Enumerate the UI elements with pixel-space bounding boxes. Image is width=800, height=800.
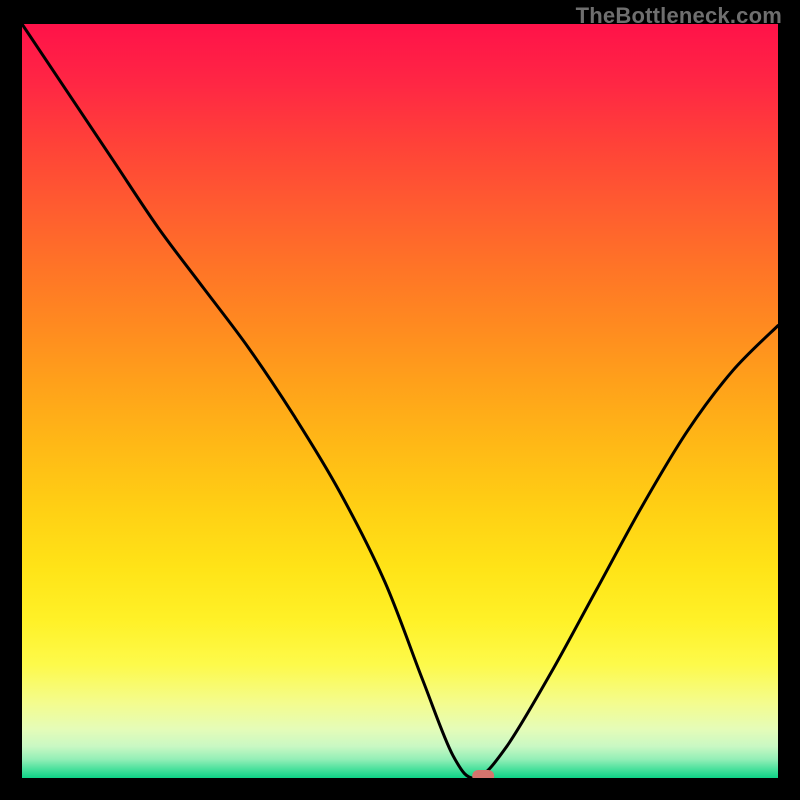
optimal-marker — [472, 770, 494, 778]
chart-frame: TheBottleneck.com — [0, 0, 800, 800]
plot-svg — [22, 24, 778, 778]
watermark-text: TheBottleneck.com — [576, 3, 782, 29]
plot-area — [22, 24, 778, 778]
gradient-background — [22, 24, 778, 778]
